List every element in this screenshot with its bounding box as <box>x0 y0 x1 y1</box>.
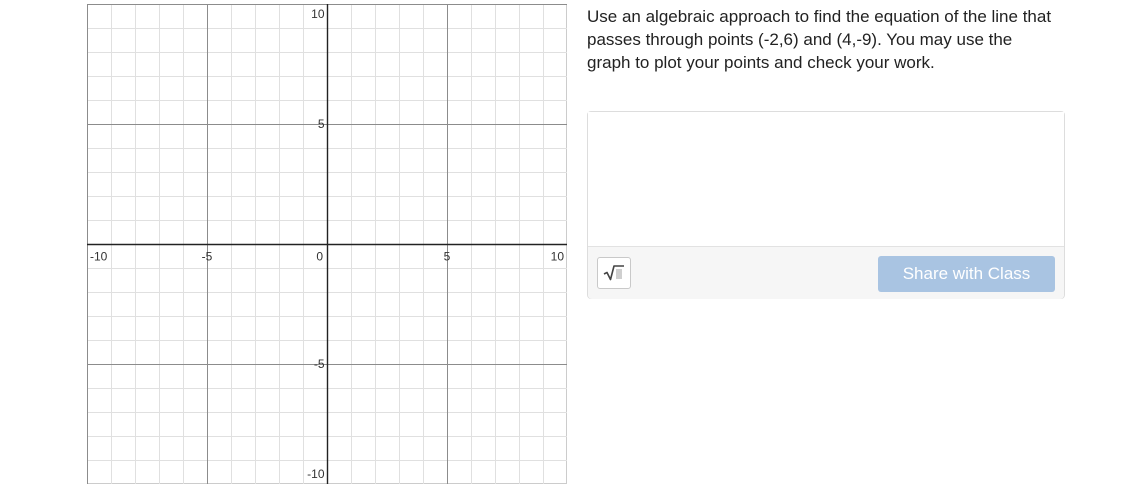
x-tick-label: 10 <box>551 250 565 264</box>
question-text: Use an algebraic approach to find the eq… <box>587 7 1052 72</box>
y-tick-label: -5 <box>314 357 325 371</box>
x-tick-label: 5 <box>444 250 451 264</box>
response-toolbar: Share with Class <box>588 246 1064 299</box>
y-tick-label: -10 <box>307 467 325 481</box>
y-tick-label: 5 <box>318 117 325 131</box>
square-root-icon <box>603 265 624 281</box>
answer-input[interactable] <box>588 112 1064 246</box>
x-tick-label: -5 <box>202 250 213 264</box>
math-editor-button[interactable] <box>597 257 631 289</box>
response-box: Share with Class <box>587 111 1065 299</box>
y-tick-label: 10 <box>311 7 325 21</box>
share-with-class-button[interactable]: Share with Class <box>878 256 1055 292</box>
coordinate-graph[interactable]: -10 -5 0 5 10 10 5 -5 -10 <box>87 4 567 484</box>
x-tick-label: 0 <box>316 250 323 264</box>
x-tick-label: -10 <box>90 250 108 264</box>
